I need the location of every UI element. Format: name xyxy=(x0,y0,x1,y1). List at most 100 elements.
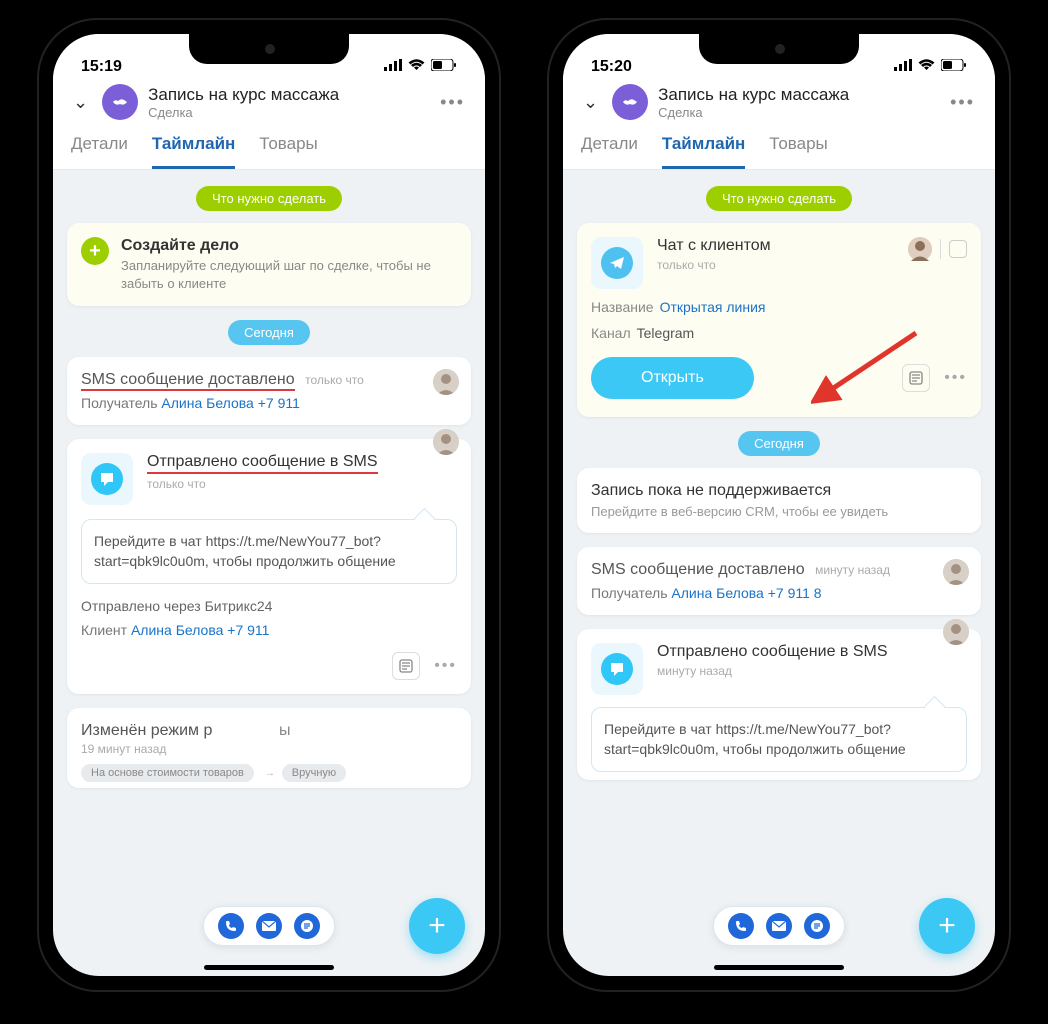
channel-name-row: НазваниеОткрытая линия xyxy=(591,299,967,315)
deal-header: ⌄ Запись на курс массажа Сделка ••• xyxy=(53,78,485,120)
plus-icon[interactable]: + xyxy=(81,237,109,265)
sent-sms-time: минуту назад xyxy=(657,664,888,678)
sms-bubble: Перейдите в чат https://t.me/NewYou77_bo… xyxy=(81,519,457,584)
sent-sms-card[interactable]: Отправлено сообщение в SMS только что Пе… xyxy=(67,439,471,694)
create-subtitle: Запланируйте следующий шаг по сделке, чт… xyxy=(121,257,457,292)
sms-chat-icon xyxy=(81,453,133,505)
deal-subtitle: Сделка xyxy=(658,105,849,120)
chat-client-title: Чат с клиентом xyxy=(657,237,771,255)
fab-add-button[interactable]: + xyxy=(409,898,465,954)
todo-pill: Что нужно сделать xyxy=(196,186,342,211)
sent-sms-time: только что xyxy=(147,477,378,491)
note-icon[interactable] xyxy=(902,364,930,392)
sent-sms-title: Отправлено сообщение в SMS xyxy=(657,643,888,661)
wifi-icon xyxy=(408,58,425,76)
user-avatar xyxy=(943,559,969,585)
pill-from: На основе стоимости товаров xyxy=(81,764,254,782)
call-icon[interactable] xyxy=(218,913,244,939)
pill-to: Вручную xyxy=(282,764,346,782)
battery-icon xyxy=(941,58,967,76)
user-avatar xyxy=(433,429,459,455)
chat-list-icon[interactable] xyxy=(294,913,320,939)
recipient-link[interactable]: Алина Белова +7 911 xyxy=(161,395,299,411)
today-pill: Сегодня xyxy=(228,320,310,345)
chat-client-card[interactable]: Чат с клиентом только что НазваниеОткрыт… xyxy=(577,223,981,417)
todo-pill: Что нужно сделать xyxy=(706,186,852,211)
back-chevron-icon[interactable]: ⌄ xyxy=(69,88,92,117)
deal-title: Запись на курс массажа xyxy=(658,85,849,105)
mail-icon[interactable] xyxy=(766,913,792,939)
notch xyxy=(189,34,349,64)
tab-goods[interactable]: Товары xyxy=(769,134,827,169)
recipient-row: Получатель Алина Белова +7 911 xyxy=(81,395,457,411)
open-button[interactable]: Открыть xyxy=(591,357,754,399)
sms-delivered-title: SMS сообщение доставлено xyxy=(81,371,295,391)
phone-right: 15:20 ⌄ Запись на курс массажа Сделка ••… xyxy=(549,20,1009,990)
deal-icon xyxy=(612,84,648,120)
sent-sms-card[interactable]: Отправлено сообщение в SMS минуту назад … xyxy=(577,629,981,780)
battery-icon xyxy=(431,58,457,76)
communication-bar[interactable] xyxy=(203,906,335,946)
sms-time: только что xyxy=(305,373,364,387)
tabs: Детали Таймлайн Товары xyxy=(53,120,485,170)
clock: 15:20 xyxy=(591,58,632,76)
communication-bar[interactable] xyxy=(713,906,845,946)
arrow-icon: → xyxy=(264,767,275,779)
note-icon[interactable] xyxy=(392,652,420,680)
wifi-icon xyxy=(918,58,935,76)
client-row: Клиент Алина Белова +7 911 xyxy=(81,622,457,638)
sms-delivered-title: SMS сообщение доставлено xyxy=(591,561,805,578)
recipient-link[interactable]: Алина Белова +7 911 8 xyxy=(671,585,821,601)
today-pill: Сегодня xyxy=(738,431,820,456)
chat-list-icon[interactable] xyxy=(804,913,830,939)
signal-icon xyxy=(384,58,402,76)
tab-details[interactable]: Детали xyxy=(581,134,638,169)
user-avatar xyxy=(943,619,969,645)
client-avatar xyxy=(908,237,932,261)
more-button[interactable]: ••• xyxy=(946,92,979,113)
home-indicator xyxy=(714,965,844,970)
tab-details[interactable]: Детали xyxy=(71,134,128,169)
sms-bubble: Перейдите в чат https://t.me/NewYou77_bo… xyxy=(591,707,967,772)
phone-left: 15:19 ⌄ Запись на курс ма xyxy=(39,20,499,990)
call-icon[interactable] xyxy=(728,913,754,939)
tab-goods[interactable]: Товары xyxy=(259,134,317,169)
user-avatar xyxy=(433,369,459,395)
mode-changed-time: 19 минут назад xyxy=(81,742,457,756)
status-icons xyxy=(384,58,457,76)
sent-via: Отправлено через Битрикс24 xyxy=(81,598,457,614)
create-title: Создайте дело xyxy=(121,237,457,255)
tab-timeline[interactable]: Таймлайн xyxy=(152,134,235,169)
back-chevron-icon[interactable]: ⌄ xyxy=(579,88,602,117)
card-more-button[interactable]: ••• xyxy=(944,369,967,387)
unsupported-subtitle: Перейдите в веб-версию CRM, чтобы ее уви… xyxy=(591,504,967,519)
unsupported-card[interactable]: Запись пока не поддерживается Перейдите … xyxy=(577,468,981,533)
create-task-card[interactable]: + Создайте дело Запланируйте следующий ш… xyxy=(67,223,471,306)
more-button[interactable]: ••• xyxy=(436,92,469,113)
channel-name-link[interactable]: Открытая линия xyxy=(660,299,766,315)
recipient-row: Получатель Алина Белова +7 911 8 xyxy=(591,585,967,601)
channel-type-row: КаналTelegram xyxy=(591,325,967,341)
sms-chat-icon xyxy=(591,643,643,695)
timeline-content: Что нужно сделать + Создайте дело Заплан… xyxy=(53,170,485,814)
sms-delivered-card[interactable]: SMS сообщение доставлено только что Полу… xyxy=(67,357,471,425)
fab-add-button[interactable]: + xyxy=(919,898,975,954)
mail-icon[interactable] xyxy=(256,913,282,939)
signal-icon xyxy=(894,58,912,76)
client-link[interactable]: Алина Белова +7 911 xyxy=(131,622,269,638)
sms-time: минуту назад xyxy=(815,563,890,577)
sent-sms-title: Отправлено сообщение в SMS xyxy=(147,453,378,474)
checkbox[interactable] xyxy=(949,240,967,258)
telegram-icon xyxy=(591,237,643,289)
deal-subtitle: Сделка xyxy=(148,105,339,120)
timeline-content: Что нужно сделать Чат с клиентом тольк xyxy=(563,170,995,792)
card-more-button[interactable]: ••• xyxy=(434,657,457,675)
sms-delivered-card[interactable]: SMS сообщение доставлено минуту назад По… xyxy=(577,547,981,615)
deal-header: ⌄ Запись на курс массажа Сделка ••• xyxy=(563,78,995,120)
mode-changed-title: Изменён режим р ы xyxy=(81,722,457,740)
mode-changed-card[interactable]: Изменён режим р ы 19 минут назад На осно… xyxy=(67,708,471,788)
tab-timeline[interactable]: Таймлайн xyxy=(662,134,745,169)
clock: 15:19 xyxy=(81,58,122,76)
home-indicator xyxy=(204,965,334,970)
unsupported-title: Запись пока не поддерживается xyxy=(591,482,967,500)
